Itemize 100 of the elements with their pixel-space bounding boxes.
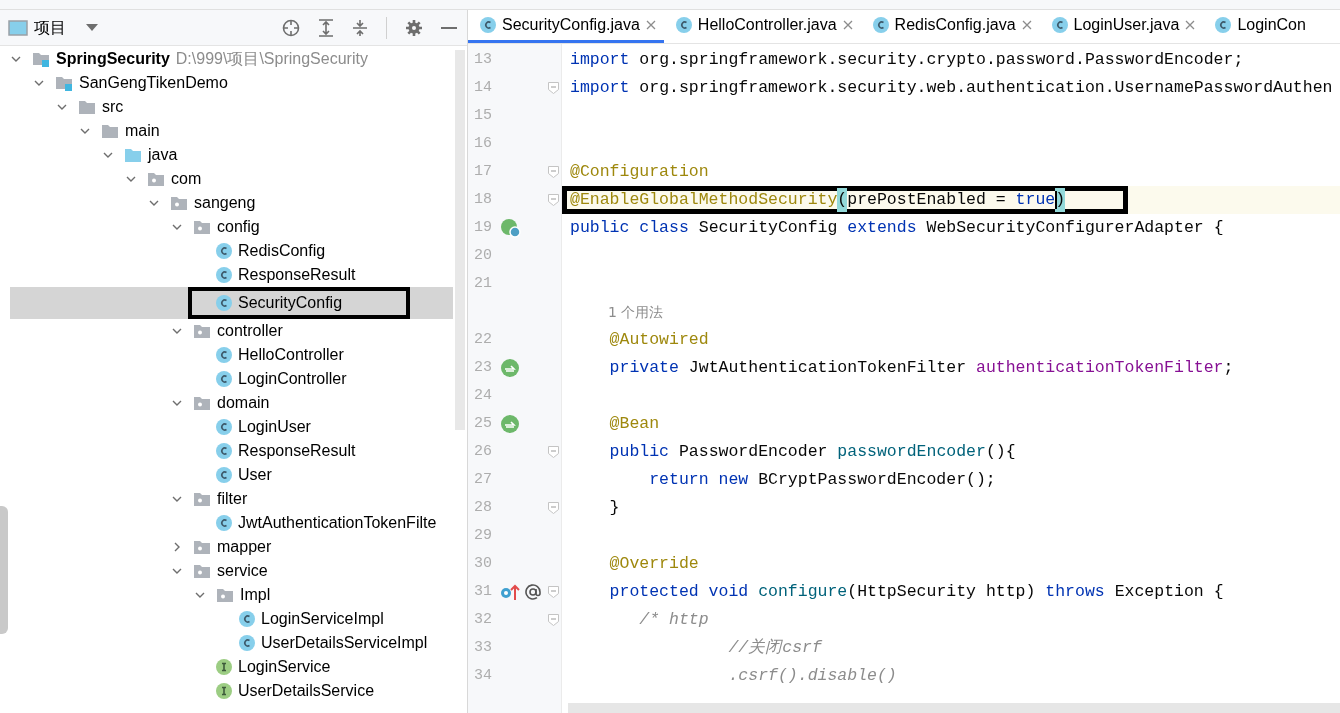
tree-label: ResponseResult — [238, 265, 356, 285]
code-line: private JwtAuthenticationTokenFilter authenticationTokenFilter; — [608, 356, 1234, 379]
editor-tab[interactable]: RedisConfig.java — [860, 10, 1040, 43]
code-line: import org.springframework.security.crypto.password.PasswordEncoder; — [569, 48, 1244, 71]
tree-label: sangeng — [194, 193, 256, 213]
editor-tab[interactable]: LoginUser.java — [1039, 10, 1204, 43]
line-number: 25 — [474, 413, 493, 434]
tree-label: com — [171, 169, 202, 189]
tree-row[interactable]: LoginService — [10, 655, 453, 679]
override-icon[interactable] — [500, 583, 522, 601]
minimize-icon[interactable] — [441, 25, 457, 30]
tree-row[interactable]: src — [10, 95, 453, 119]
editor-tab[interactable]: LoginCon — [1203, 10, 1314, 43]
folder-icon — [124, 147, 142, 163]
line-number: 26 — [474, 441, 493, 462]
tree-row[interactable]: service — [10, 559, 453, 583]
tree-row[interactable]: filter — [10, 487, 453, 511]
tree-path: D:\999\项目\SpringSecurity — [175, 49, 368, 69]
line-number: 29 — [474, 525, 493, 546]
code-line: @Autowired — [608, 328, 709, 351]
code-line: return new BCryptPasswordEncoder(); — [648, 468, 996, 491]
tree-row[interactable]: Impl — [10, 583, 453, 607]
close-icon[interactable] — [645, 20, 656, 30]
tree-label: UserDetailsService — [238, 681, 375, 701]
locate-icon[interactable] — [282, 18, 300, 37]
class-icon — [216, 243, 232, 259]
class-icon — [480, 17, 496, 33]
code-line: protected void configure(HttpSecurity http) throws Exception { — [608, 580, 1224, 603]
bean-icon[interactable] — [500, 218, 522, 238]
tree-row[interactable]: SpringSecurity D:\999\项目\SpringSecurity — [10, 47, 453, 71]
tree-row[interactable]: config — [10, 215, 453, 239]
settings-icon[interactable] — [405, 18, 423, 37]
tree-row[interactable]: UserDetailsServiceImpl — [10, 631, 453, 655]
tree-row[interactable]: SecurityConfig — [10, 287, 453, 319]
code-line: } — [608, 496, 620, 519]
class-icon — [216, 267, 232, 283]
tree-row[interactable]: HelloController — [10, 343, 453, 367]
tree-row[interactable]: java — [10, 143, 453, 167]
line-number: 15 — [474, 105, 493, 126]
class-icon — [239, 611, 255, 627]
tree-row[interactable]: mapper — [10, 535, 453, 559]
code-line: @Configuration — [569, 160, 709, 183]
panel-title[interactable]: 项目 — [34, 15, 66, 40]
text-caret — [1055, 191, 1058, 209]
tree-row[interactable]: LoginUser — [10, 415, 453, 439]
tree-row[interactable]: JwtAuthenticationTokenFilte — [10, 511, 453, 535]
tree-row[interactable]: com — [10, 167, 453, 191]
horizontal-scrollbar[interactable] — [568, 703, 1340, 713]
line-number: 19 — [474, 217, 493, 238]
tree-row[interactable]: SanGengTikenDemo — [10, 71, 453, 95]
tree-row[interactable]: ResponseResult — [10, 263, 453, 287]
tree-label: Impl — [240, 585, 271, 605]
project-icon — [8, 19, 28, 36]
class-icon — [216, 371, 232, 387]
tree-row[interactable]: sangeng — [10, 191, 453, 215]
class-icon — [872, 17, 889, 33]
dropdown-caret-icon[interactable] — [86, 23, 98, 32]
tree-row[interactable]: ResponseResult — [10, 439, 453, 463]
class-icon — [675, 17, 692, 33]
side-handle[interactable] — [0, 506, 8, 634]
tree-row[interactable]: LoginServiceImpl — [10, 607, 453, 631]
code-line: import org.springframework.security.web.authentication.UsernamePasswordAuthen — [569, 76, 1333, 99]
package-icon — [193, 323, 211, 339]
line-number: 16 — [474, 133, 493, 154]
expand-all-icon[interactable] — [318, 18, 334, 37]
editor-tab[interactable]: HelloController.java — [663, 10, 861, 43]
tree-row[interactable]: main — [10, 119, 453, 143]
close-icon[interactable] — [842, 20, 853, 30]
tree-label: LoginServiceImpl — [261, 609, 384, 629]
close-icon[interactable] — [1021, 20, 1032, 30]
class-icon — [216, 443, 232, 459]
package-icon — [193, 539, 211, 555]
tree-label: service — [217, 561, 268, 581]
tree-label: LoginService — [238, 657, 331, 677]
code-line: public class SecurityConfig extends WebSecurityConfigurerAdapter { — [569, 216, 1224, 239]
at-sign-icon[interactable] — [525, 584, 541, 600]
tree-label: SanGengTikenDemo — [79, 73, 228, 93]
line-number: 30 — [474, 553, 493, 574]
usage-hint[interactable]: 1 个用法 — [608, 301, 664, 323]
tree-label: src — [102, 97, 124, 117]
tree-label: LoginUser — [238, 417, 311, 437]
module-icon — [55, 75, 73, 91]
tree-row[interactable]: User — [10, 463, 453, 487]
collapse-all-icon[interactable] — [352, 18, 368, 37]
tree-label: HelloController — [238, 345, 344, 365]
tree-label: RedisConfig — [238, 241, 326, 261]
package-icon — [216, 587, 234, 603]
tree-row[interactable]: LoginController — [10, 367, 453, 391]
close-icon[interactable] — [1185, 20, 1196, 30]
tree-row[interactable]: domain — [10, 391, 453, 415]
line-number: 20 — [474, 245, 493, 266]
tree-row[interactable]: controller — [10, 319, 453, 343]
folder-icon — [101, 123, 119, 139]
code-line: /* http — [638, 608, 709, 631]
module-icon — [32, 51, 50, 67]
tree-label: controller — [217, 321, 283, 341]
line-number: 28 — [474, 497, 493, 518]
tree-row[interactable]: RedisConfig — [10, 239, 453, 263]
code-line: public PasswordEncoder passwordEncoder(){ — [608, 440, 1016, 463]
tree-row[interactable]: UserDetailsService — [10, 679, 453, 703]
